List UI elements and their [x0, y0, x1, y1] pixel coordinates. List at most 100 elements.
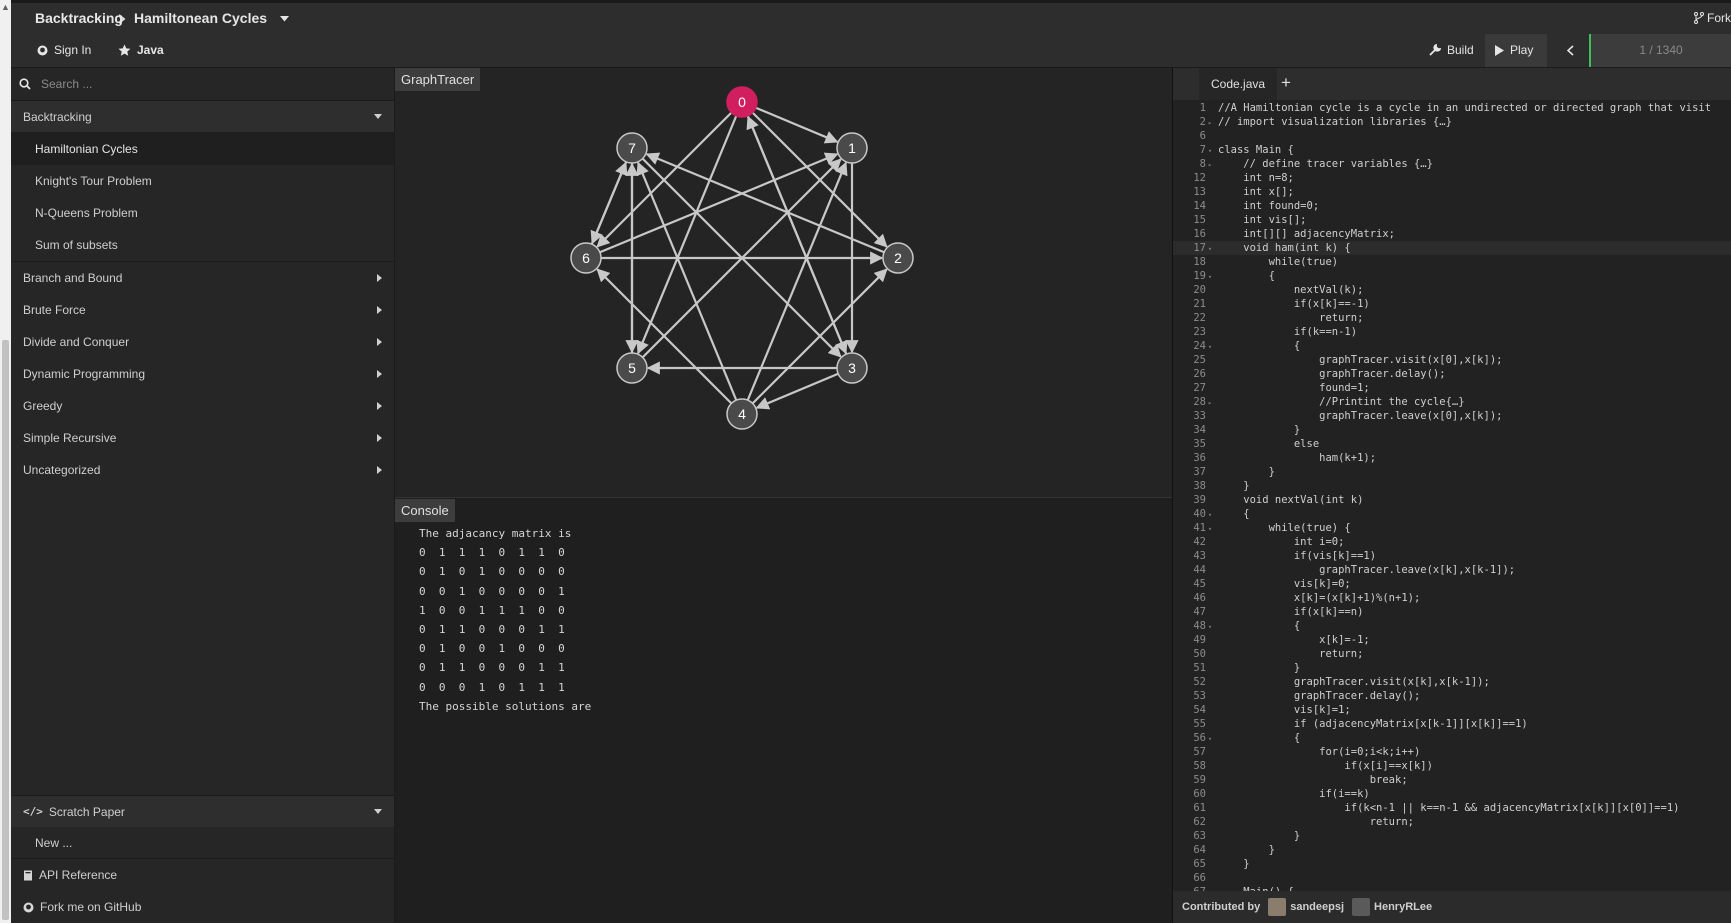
star-icon — [118, 44, 131, 56]
code-text: //Printint the cycle{…} — [1218, 396, 1465, 408]
sidebar-category-uncategorized[interactable]: Uncategorized — [11, 454, 394, 486]
prev-step-icon[interactable] — [1567, 45, 1574, 56]
code-text: { — [1218, 732, 1301, 744]
graph-edge — [755, 106, 839, 144]
code-text: } — [1218, 480, 1250, 492]
sidebar-category-backtracking[interactable]: Backtracking — [11, 101, 394, 133]
language-button[interactable]: Java — [118, 43, 164, 57]
sidebar-item-sum-of-subsets[interactable]: Sum of subsets — [11, 229, 394, 261]
fold-marker-icon[interactable]: ▾ — [1206, 242, 1214, 256]
sidebar-item-n-queens[interactable]: N-Queens Problem — [11, 197, 394, 229]
graph-node[interactable]: 0 — [726, 86, 758, 118]
fold-marker-icon[interactable]: ▾ — [1206, 270, 1214, 284]
step-progress[interactable]: 1 / 1340 — [1589, 34, 1731, 67]
code-line: 25 graphTracer.visit(x[0],x[k]); — [1173, 353, 1731, 367]
line-number: 34 — [1193, 424, 1206, 436]
code-editor[interactable]: 1 //A Hamiltonian cycle is a cycle in an … — [1173, 101, 1731, 891]
fold-marker-icon[interactable]: ▾ — [1206, 508, 1214, 522]
contributor-link[interactable]: sandeepsj — [1268, 898, 1344, 916]
code-text: ham(k+1); — [1218, 452, 1377, 464]
language-label: Java — [137, 43, 164, 57]
contributor-name: sandeepsj — [1290, 901, 1345, 913]
code-text: vis[k]=0; — [1218, 578, 1351, 590]
code-line: 56 ▾ { — [1173, 731, 1731, 745]
graph-node[interactable]: 7 — [616, 132, 648, 164]
fold-marker-icon[interactable]: ▾ — [1206, 522, 1214, 536]
line-number: 55 — [1193, 718, 1206, 730]
code-line: 65 } — [1173, 857, 1731, 871]
sidebar-category-divide-and-conquer[interactable]: Divide and Conquer — [11, 326, 394, 358]
contributor-link[interactable]: HenryRLee — [1352, 898, 1432, 916]
sidebar-category-branch-and-bound[interactable]: Branch and Bound — [11, 262, 394, 294]
line-number: 56 — [1193, 732, 1206, 744]
sidebar-category-brute-force[interactable]: Brute Force — [11, 294, 394, 326]
code-line: 50 return; — [1173, 647, 1731, 661]
line-number: 39 — [1193, 494, 1206, 506]
page-scrollbar[interactable]: ▲ — [0, 0, 11, 923]
code-text: } — [1218, 662, 1301, 674]
play-button[interactable]: Play — [1485, 34, 1547, 67]
fold-marker-icon[interactable]: ▾ — [1206, 732, 1214, 746]
graph-node[interactable]: 4 — [726, 398, 758, 430]
sign-in-label: Sign In — [54, 43, 92, 57]
fold-marker-icon[interactable]: ▸ — [1206, 116, 1214, 130]
new-scratch-button[interactable]: New ... — [11, 827, 394, 859]
fold-marker-icon[interactable]: ▸ — [1206, 158, 1214, 172]
fold-marker-icon[interactable]: ▸ — [1206, 396, 1214, 410]
graph-edge — [636, 115, 738, 355]
graph-node[interactable]: 2 — [882, 242, 914, 274]
line-number: 37 — [1193, 466, 1206, 478]
sidebar-item-hamiltonian-cycles[interactable]: Hamiltonian Cycles — [11, 133, 394, 165]
fork-button[interactable]: Fork — [1694, 11, 1731, 25]
graph-node[interactable]: 1 — [836, 132, 868, 164]
graph-node[interactable]: 3 — [836, 352, 868, 384]
api-reference-link[interactable]: API Reference — [11, 859, 394, 891]
line-number: 12 — [1193, 172, 1206, 184]
graph-node-label: 1 — [848, 140, 856, 156]
code-line: 16 int[][] adjacencyMatrix; — [1173, 227, 1731, 241]
sidebar-category-greedy[interactable]: Greedy — [11, 390, 394, 422]
fold-marker-icon[interactable]: ▾ — [1206, 144, 1214, 158]
code-line: 27 found=1; — [1173, 381, 1731, 395]
search-input[interactable] — [39, 76, 343, 92]
fork-github-link[interactable]: Fork me on GitHub — [11, 891, 394, 923]
caret-right-icon — [377, 274, 382, 282]
code-line: 59 break; — [1173, 773, 1731, 787]
line-number: 58 — [1193, 760, 1206, 772]
book-icon — [24, 870, 32, 880]
line-number: 38 — [1193, 480, 1206, 492]
sidebar-category-simple-recursive[interactable]: Simple Recursive — [11, 422, 394, 454]
breadcrumb-algorithm[interactable]: Hamiltonean Cycles — [134, 10, 267, 26]
chevron-down-icon[interactable] — [280, 16, 289, 22]
sidebar-item-knights-tour[interactable]: Knight's Tour Problem — [11, 165, 394, 197]
add-tab-icon[interactable]: + — [1281, 73, 1291, 93]
graph-node[interactable]: 6 — [570, 242, 602, 274]
code-text: } — [1218, 424, 1301, 436]
sidebar-category-dynamic-programming[interactable]: Dynamic Programming — [11, 358, 394, 390]
code-line: 2 ▸ // import visualization libraries {…} — [1173, 115, 1731, 129]
graph-node[interactable]: 5 — [616, 352, 648, 384]
search-icon — [19, 78, 31, 90]
scrollbar-thumb[interactable] — [2, 340, 9, 920]
sign-in-button[interactable]: Sign In — [37, 43, 91, 57]
graph-canvas[interactable]: 0 1 2 3 4 5 6 7 — [395, 68, 1172, 498]
line-number: 48 — [1193, 620, 1206, 632]
tab-code-java[interactable]: Code.java — [1199, 68, 1278, 100]
code-line: 33 graphTracer.leave(x[0],x[k]); — [1173, 409, 1731, 423]
fold-marker-icon[interactable]: ▾ — [1206, 340, 1214, 354]
scroll-up-icon[interactable]: ▲ — [1, 2, 10, 12]
code-line: 26 graphTracer.delay(); — [1173, 367, 1731, 381]
code-text: graphTracer.delay(); — [1218, 368, 1446, 380]
console-line: 0 0 0 1 0 1 1 1 — [419, 680, 565, 694]
code-line: 7 ▾ class Main { — [1173, 143, 1731, 157]
code-line: 45 vis[k]=0; — [1173, 577, 1731, 591]
fork-github-label: Fork me on GitHub — [40, 900, 142, 914]
build-button[interactable]: Build — [1429, 43, 1474, 57]
fold-marker-icon[interactable]: ▾ — [1206, 620, 1214, 634]
line-number: 47 — [1193, 606, 1206, 618]
code-line: 41 ▾ while(true) { — [1173, 521, 1731, 535]
scratch-paper-toggle[interactable]: </> Scratch Paper — [11, 795, 394, 827]
breadcrumb-category[interactable]: Backtracking — [35, 10, 123, 26]
caret-right-icon — [377, 402, 382, 410]
line-number: 16 — [1193, 228, 1206, 240]
